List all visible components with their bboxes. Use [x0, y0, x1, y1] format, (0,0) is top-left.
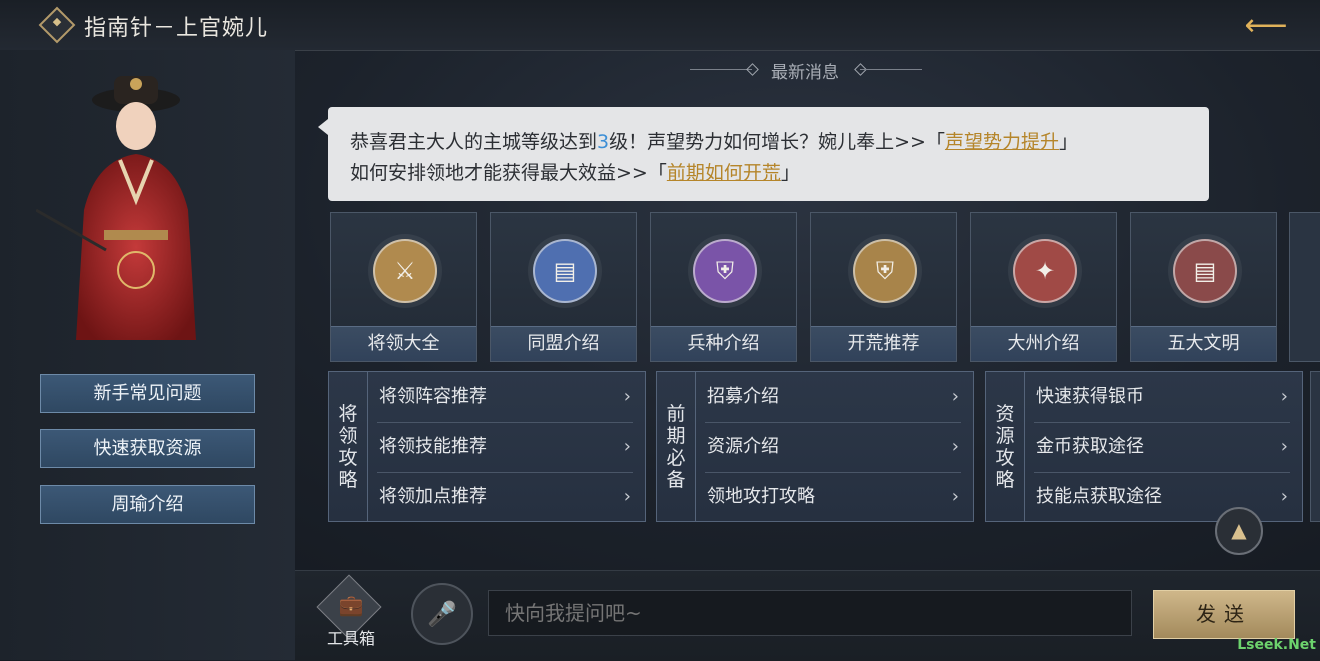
guide-panel-generals: 将领攻略 将领阵容推荐 › 将领技能推荐 › 将领加点推荐 › — [328, 371, 646, 522]
chevron-right-icon: › — [1280, 386, 1288, 407]
category-development[interactable]: ⛨ 开荒推荐 — [810, 212, 957, 362]
top-bar: 指南针－上官婉儿 ⟵ — [0, 0, 1320, 51]
chevron-right-icon: › — [951, 436, 959, 457]
send-button[interactable]: 发送 — [1153, 590, 1295, 639]
chevron-right-icon: › — [1280, 486, 1288, 507]
category-next-partial[interactable] — [1289, 212, 1320, 362]
book-icon: ▤ — [1173, 239, 1237, 303]
page-title: 指南针－上官婉儿 — [84, 16, 269, 41]
category-alliance[interactable]: ▤ 同盟介绍 — [490, 212, 637, 362]
category-generals[interactable]: ⚔ 将领大全 — [330, 212, 477, 362]
guide-item[interactable]: 领地攻打攻略 › — [695, 472, 973, 522]
guide-item[interactable]: 金币获取途径 › — [1024, 422, 1302, 472]
category-regions[interactable]: ✦ 大州介绍 — [970, 212, 1117, 362]
advisor-portrait — [36, 76, 196, 340]
microphone-icon[interactable]: 🎤 — [411, 583, 473, 645]
chevron-right-icon: › — [951, 386, 959, 407]
guide-item[interactable]: 技能点获取途径 › — [1024, 472, 1302, 522]
faq-button[interactable]: 新手常见问题 — [40, 374, 255, 413]
resource-button[interactable]: 快速获取资源 — [40, 429, 255, 468]
guide-panel-resources: 资源攻略 快速获得银币 › 金币获取途径 › 技能点获取途径 › — [985, 371, 1303, 522]
chevron-right-icon: › — [623, 386, 631, 407]
category-troops[interactable]: ⛨ 兵种介绍 — [650, 212, 797, 362]
helmet-icon: ⛨ — [693, 239, 757, 303]
guide-title: 资源攻略 — [995, 402, 1015, 491]
category-civilizations[interactable]: ▤ 五大文明 — [1130, 212, 1277, 362]
message-bubble: 恭喜君主大人的主城等级达到3级！声望势力如何增长？婉儿奉上>>「声望势力提升」 … — [318, 107, 1209, 201]
helmet-icon: ⛨ — [853, 239, 917, 303]
guide-diamond-icon — [38, 6, 76, 44]
chevron-right-icon: › — [1280, 436, 1288, 457]
guide-item[interactable]: 招募介绍 › — [695, 372, 973, 422]
question-input[interactable] — [488, 590, 1132, 636]
scroll-up-icon[interactable]: ▲ — [1215, 507, 1263, 555]
left-panel: 新手常见问题 快速获取资源 周瑜介绍 — [0, 50, 295, 660]
guide-item[interactable]: 快速获得银币 › — [1024, 372, 1302, 422]
book-icon: ▤ — [533, 239, 597, 303]
chevron-right-icon: › — [623, 486, 631, 507]
chevron-right-icon: › — [623, 436, 631, 457]
city-level: 3 — [597, 131, 610, 153]
guide-item[interactable]: 将领加点推荐 › — [367, 472, 645, 522]
early-development-link[interactable]: 前期如何开荒 — [667, 162, 781, 184]
guide-title: 前期必备 — [666, 402, 686, 491]
guide-item[interactable]: 将领技能推荐 › — [367, 422, 645, 472]
zhouyu-intro-button[interactable]: 周瑜介绍 — [40, 485, 255, 524]
chevron-right-icon: › — [951, 486, 959, 507]
crossed-swords-icon: ⚔ — [373, 239, 437, 303]
guide-item[interactable]: 将领阵容推荐 › — [367, 372, 645, 422]
toolbox-button[interactable]: 💼 工具箱 — [316, 574, 384, 648]
compass-icon: ✦ — [1013, 239, 1077, 303]
news-section-title: 最新消息 — [690, 58, 922, 83]
watermark: Lseek.Net — [1237, 637, 1316, 653]
toolbox-icon: 💼 — [338, 593, 364, 617]
back-arrow-icon[interactable]: ⟵ — [1244, 11, 1288, 41]
guide-title: 将领攻略 — [338, 402, 358, 491]
prestige-link[interactable]: 声望势力提升 — [945, 131, 1059, 153]
guide-panel-early: 前期必备 招募介绍 › 资源介绍 › 领地攻打攻略 › — [656, 371, 974, 522]
guide-item[interactable]: 资源介绍 › — [695, 422, 973, 472]
guide-next-partial[interactable] — [1310, 371, 1320, 522]
